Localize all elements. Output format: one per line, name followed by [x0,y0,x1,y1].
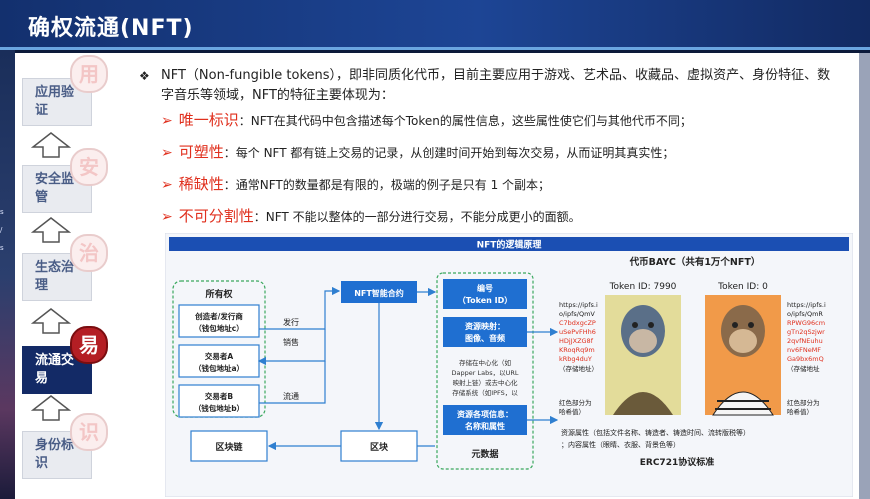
diamond-bullet-icon: ❖ [139,69,150,83]
attribute-info-line: 资源各项信息： [457,409,513,419]
right-red-note: 红色部分为 [787,398,820,407]
feature-key: 可塑性 [178,143,224,161]
attribute-info-line: 名称和属性 [465,421,505,431]
token-0-label: Token ID: 0 [717,282,768,292]
bayc-title: 代币BAYC（共有1万个NFT） [629,256,761,268]
feature-key: 不可分割性 [178,207,254,225]
left-edge-strip: s / s [0,50,15,499]
topic-sidebar: 应用验证 用 安全监管 安 生态治理 治 流通交易 易 身份标识 识 [15,53,123,499]
circulate-label: 流通 [283,391,299,401]
feature-item: ➢ 可塑性：每个 NFT 都有链上交易的记录，从创建时间开始到每次交易，从而证明其… [161,141,841,163]
header-bar: 确权流通(NFT) [0,0,870,50]
feature-desc: NFT 不能以整体的一部分进行交易，不能分成更小的面额。 [265,210,581,224]
main-content: ❖ NFT（Non-fungible tokens），即非同质化代币，目前主要应… [125,53,855,499]
erc721-label: ERC721协议标准 [640,456,714,468]
resource-map-line: 图像、音频 [465,333,505,343]
block-label: 区块 [370,441,389,453]
slide-title: 确权流通(NFT) [28,16,194,41]
feature-item: ➢ 稀缺性：通常NFT的数量都是有限的，极端的例子是只有 1 个副本； [161,173,841,195]
badge-yong: 用 [70,55,108,93]
header-divider [0,47,870,50]
left-url-line: kRbg4duY [559,355,592,363]
left-url-line: https://ipfs.i [559,301,598,309]
ownership-title: 所有权 [205,288,233,300]
right-red-note: 哈希值） [787,407,813,416]
feature-desc: 通常NFT的数量都是有限的，极端的例子是只有 1 个副本； [235,178,551,192]
edge-label: s [0,208,4,216]
up-arrow-icon [31,308,71,334]
right-url-line: RPWG96cm [787,319,825,327]
red-triangle-icon: ➢ [161,177,173,193]
token-id-line: 编号 [477,283,493,293]
right-url-line: Ga9bx6mQ [787,355,824,363]
right-url-line: nv6FNeMF [787,346,821,354]
left-url-line: HDjJXZG8f [559,337,594,345]
storage-text-line: 存储系统（如IPFS，以 [452,388,518,397]
storage-text-line: 映射上链）或去中心化 [453,378,519,387]
left-red-note: 哈希值） [559,407,585,416]
smart-contract-label: NFT智能合约 [354,288,404,298]
feature-key: 唯一标识 [178,111,239,129]
feature-separator: ： [253,210,266,224]
badge-zhi: 治 [70,234,108,272]
blockchain-label: 区块链 [215,441,243,453]
owner-box-line: （钱包地址c） [194,323,243,333]
up-arrow-icon [31,132,71,158]
red-triangle-icon: ➢ [161,145,173,161]
feature-separator: ： [223,178,236,192]
owner-box-line: 创造者/发行商 [194,311,243,321]
left-url-line: o/ipfs/QmV [559,310,595,318]
right-url-line: https://ipfs.i [787,301,826,309]
red-triangle-icon: ➢ [161,113,173,129]
right-url-note: （存储地址 [787,364,820,373]
feature-item: ➢ 不可分割性：NFT 不能以整体的一部分进行交易，不能分成更小的面额。 [161,205,841,227]
right-url-line: 2qvfNEuhu [787,337,823,345]
resource-map-line: 资源映射： [465,321,505,331]
left-url-line: uSePvFHh6 [559,328,596,336]
resource-attr-text: 资源属性（包括文件名称、铸造者、铸造时间、流转版税等） [561,428,750,437]
up-arrow-icon [31,395,71,421]
storage-text-line: Dapper Labs，以URL [452,369,519,377]
feature-key: 稀缺性 [178,175,224,193]
right-edge-strip [859,53,870,499]
left-url-line: KRoqRq9m [559,346,595,354]
red-triangle-icon: ➢ [161,209,173,225]
owner-box-line: （钱包地址a） [194,363,244,373]
left-red-note: 红色部分为 [559,398,592,407]
right-url-line: o/ipfs/QmR [787,310,823,318]
feature-item: ➢ 唯一标识：NFT在其代码中包含描述每个Token的属性信息，这些属性使它们与其… [161,109,841,131]
slide-canvas: 应用验证 用 安全监管 安 生态治理 治 流通交易 易 身份标识 识 ❖ NFT… [15,53,859,499]
badge-yi: 易 [70,326,108,364]
feature-separator: ： [238,114,251,128]
sell-label: 销售 [283,337,299,347]
owner-box-line: 交易者A [205,351,233,361]
storage-text-line: 存储在中心化（如 [459,358,511,367]
right-url-line: gTn2qSzjwr [787,328,825,336]
up-arrow-icon [31,217,71,243]
left-url-note: （存储地址） [559,364,598,373]
diagram-title: NFT的逻辑原理 [477,239,542,251]
metadata-label: 元数据 [471,448,498,460]
feature-desc: NFT在其代码中包含描述每个Token的属性信息，这些属性使它们与其他代币不同； [250,114,692,128]
feature-desc: 每个 NFT 都有链上交易的记录，从创建时间开始到每次交易，从而证明其真实性； [235,146,675,160]
owner-box-line: 交易者B [205,391,233,401]
feature-separator: ： [223,146,236,160]
badge-shi: 识 [70,413,108,451]
token-7990-label: Token ID: 7990 [609,282,677,292]
nft-logic-diagram: NFT的逻辑原理 所有权 创造者/发行商 （钱包地址c） 交易者A （钱包地址a… [165,233,853,497]
token-id-line: （Token ID） [458,295,513,305]
left-url-line: C7bdxgcZP [559,319,596,327]
edge-label: s [0,244,4,252]
content-attr-text: ；内容属性（眼睛、衣服、背景色等） [561,440,680,449]
issue-label: 发行 [283,317,299,327]
owner-box-line: （钱包地址b） [194,403,244,413]
badge-an: 安 [70,148,108,186]
intro-text: NFT（Non-fungible tokens），即非同质化代币，目前主要应用于… [161,68,831,103]
edge-label: / [0,226,3,234]
